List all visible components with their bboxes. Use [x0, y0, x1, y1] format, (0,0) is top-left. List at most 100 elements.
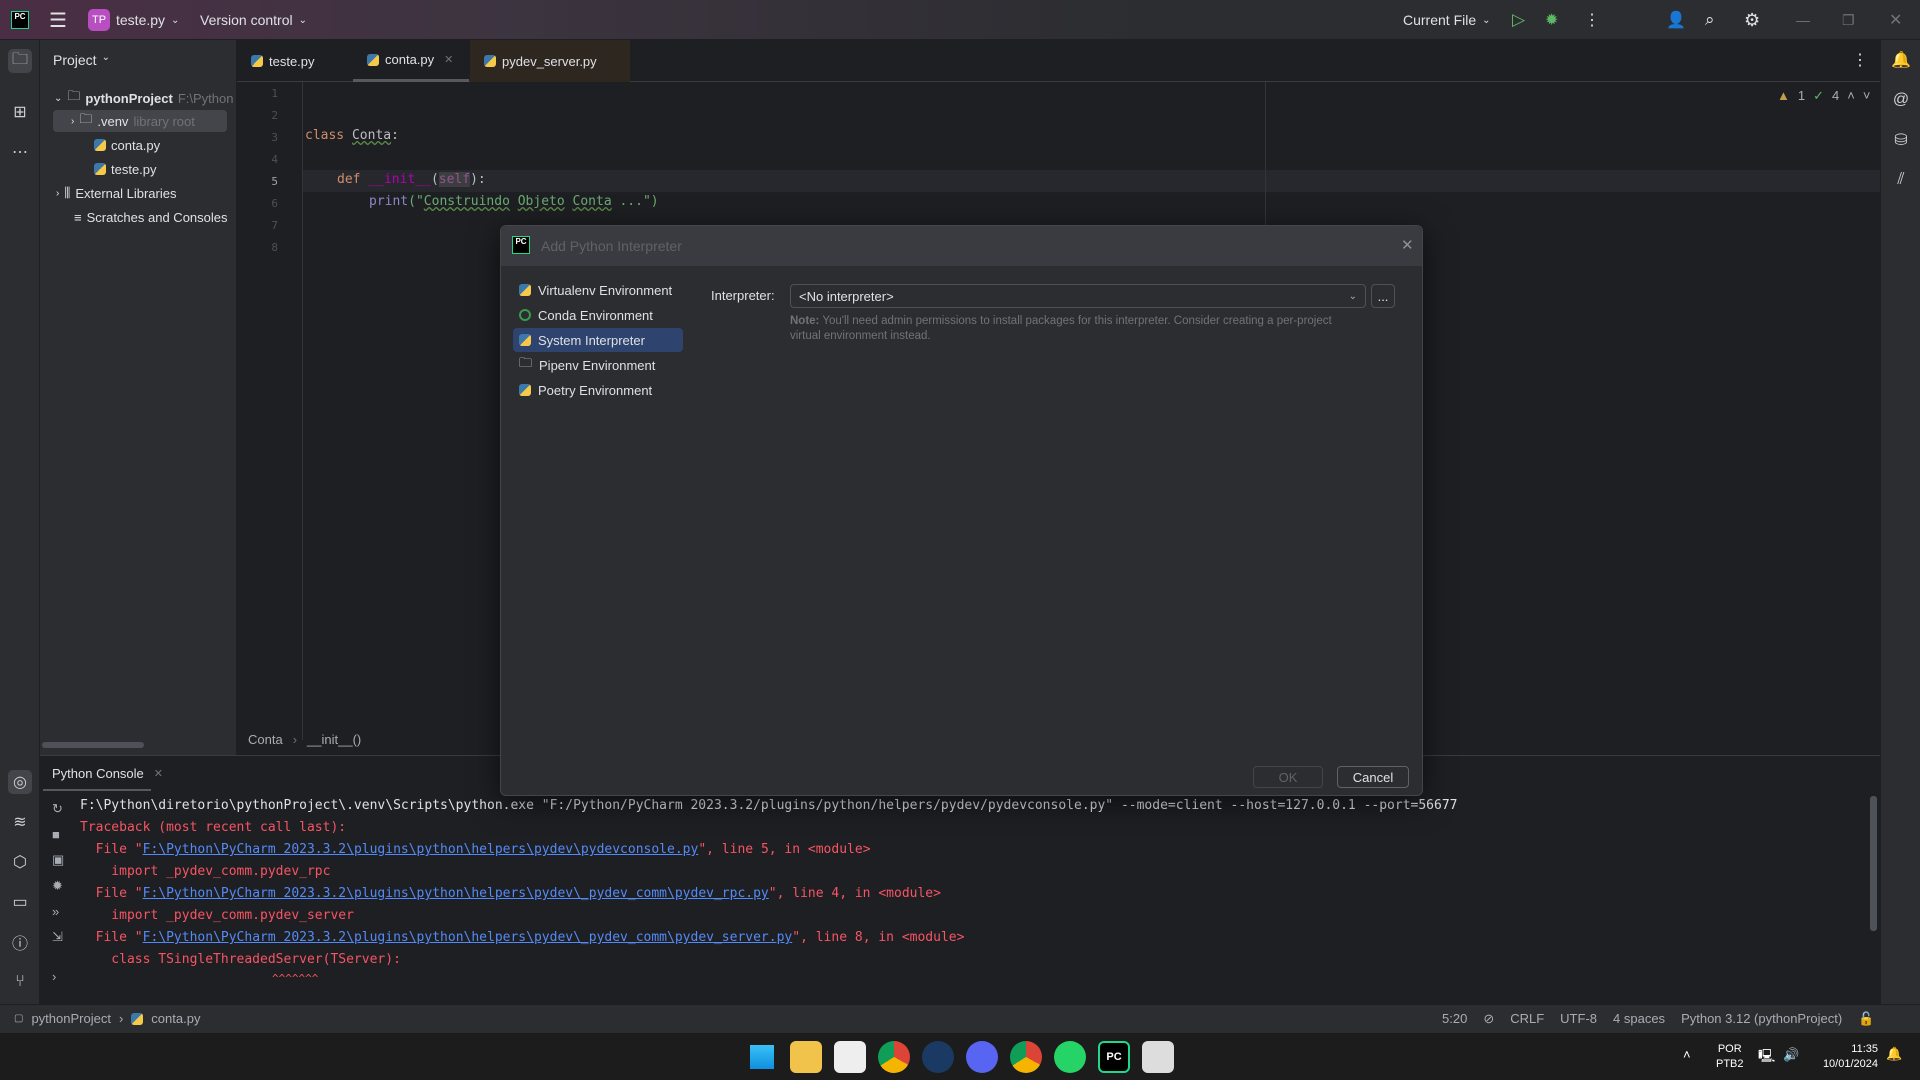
show-variables-icon[interactable]: ▣	[52, 852, 64, 868]
chevron-up-icon[interactable]: ˄	[1847, 88, 1855, 104]
interpreter-status[interactable]: Python 3.12 (pythonProject)	[1681, 1011, 1842, 1027]
folder-icon[interactable]: 🗀	[8, 49, 32, 73]
chevron-down-icon[interactable]: ˅	[1863, 88, 1871, 104]
minimize-icon[interactable]: —	[1796, 0, 1810, 40]
services-icon[interactable]: ⬡	[8, 850, 32, 874]
env-poetry[interactable]: Poetry Environment	[513, 378, 683, 402]
tab-pydev-server[interactable]: pydev_server.py	[470, 40, 630, 82]
settings-icon[interactable]: ⚙	[1744, 0, 1760, 40]
inspection-widget[interactable]: ▲ 1 ✓ 4 ˄ ˅	[1777, 88, 1870, 104]
database-icon[interactable]: ⛁	[1889, 128, 1913, 152]
browse-button[interactable]: ...	[1371, 284, 1395, 308]
more-tools-icon[interactable]: ⋯	[8, 140, 32, 164]
tree-item-venv[interactable]: › 🗀 .venv library root	[53, 110, 227, 132]
expand-icon[interactable]: ›	[52, 969, 64, 984]
input-language[interactable]: POR PTB2	[1716, 1042, 1744, 1072]
console-line: ^^^^^^^	[80, 972, 319, 985]
history-icon[interactable]: »	[52, 904, 64, 919]
close-tab-icon[interactable]: ✕	[154, 767, 163, 780]
layers-icon[interactable]: ≋	[8, 810, 32, 834]
steam-icon[interactable]	[922, 1041, 954, 1073]
tree-item-teste[interactable]: teste.py	[94, 158, 157, 180]
close-window-icon[interactable]: ✕	[1889, 0, 1902, 40]
env-label: Virtualenv Environment	[538, 282, 673, 298]
main-menu-icon[interactable]: ☰	[49, 0, 67, 40]
debug-console-icon[interactable]: ✹	[52, 878, 64, 894]
tab-teste[interactable]: teste.py	[237, 40, 329, 82]
file-link[interactable]: F:\Python\PyCharm 2023.3.2\plugins\pytho…	[143, 842, 699, 857]
discord-icon[interactable]	[966, 1041, 998, 1073]
snipping-tool-icon[interactable]	[1142, 1041, 1174, 1073]
whatsapp-icon[interactable]	[1054, 1041, 1086, 1073]
file-link[interactable]: F:\Python\PyCharm 2023.3.2\plugins\pytho…	[143, 886, 769, 901]
close-tab-icon[interactable]: ✕	[444, 53, 453, 66]
run-icon[interactable]: ▷	[1512, 0, 1525, 40]
tree-item-external-libraries[interactable]: › ⫼ External Libraries	[56, 182, 176, 204]
caret-position[interactable]: 5:20	[1442, 1011, 1467, 1027]
python-console-icon[interactable]: ◎	[8, 770, 32, 794]
rerun-icon[interactable]: ↻	[52, 801, 64, 817]
tree-item-pythonproject[interactable]: ⌄ 🗀 pythonProject F:\Python	[54, 87, 233, 109]
search-icon[interactable]: ⌕	[1705, 0, 1715, 40]
env-pipenv[interactable]: 🗀 Pipenv Environment	[513, 353, 683, 377]
env-virtualenv[interactable]: Virtualenv Environment	[513, 278, 683, 302]
version-control-menu[interactable]: Version control ⌄	[200, 0, 307, 40]
chrome-icon[interactable]	[878, 1041, 910, 1073]
indent[interactable]: 4 spaces	[1613, 1011, 1665, 1027]
ai-assistant-icon[interactable]: @	[1889, 88, 1913, 112]
encoding[interactable]: UTF-8	[1560, 1011, 1597, 1027]
interpreter-dropdown[interactable]: <No interpreter> ⌄	[790, 284, 1366, 308]
code-line-6[interactable]: print("Construindo Objeto Conta ...")	[369, 194, 659, 209]
code-line-3[interactable]: class Conta:	[305, 128, 399, 143]
cancel-button[interactable]: Cancel	[1337, 766, 1409, 788]
add-user-icon[interactable]: 👤	[1666, 0, 1686, 40]
pycharm-taskbar-icon[interactable]: PC	[1098, 1041, 1130, 1073]
git-icon[interactable]: ⑂	[8, 970, 32, 994]
clock[interactable]: 11:35 10/01/2024	[1812, 1042, 1878, 1072]
tray-chevron-icon[interactable]: ˄	[1683, 1047, 1691, 1062]
line-separator[interactable]: CRLF	[1510, 1011, 1544, 1027]
project-switcher[interactable]: TP teste.py ⌄	[88, 0, 179, 40]
problems-icon[interactable]: ⓘ	[8, 930, 32, 954]
status-file[interactable]: conta.py	[151, 1011, 200, 1026]
chrome-profile-icon[interactable]	[1010, 1041, 1042, 1073]
volume-icon[interactable]: 🔊	[1783, 1047, 1799, 1063]
notifications-icon[interactable]: 🔔	[1889, 48, 1913, 72]
console-scrollbar[interactable]	[1870, 796, 1877, 931]
close-dialog-icon[interactable]: ✕	[1401, 236, 1414, 254]
tab-conta[interactable]: conta.py ✕	[353, 40, 469, 82]
scientific-view-icon[interactable]: ⫽	[1889, 168, 1913, 192]
debug-icon[interactable]: ✹	[1545, 0, 1558, 40]
tab-options-icon[interactable]: ⋮	[1852, 50, 1868, 70]
ok-label: OK	[1278, 769, 1298, 785]
notification-bell-icon[interactable]: 🔔	[1886, 1046, 1902, 1062]
console-line: class TSingleThreadedServer(TServer):	[80, 952, 401, 967]
stop-icon[interactable]: ■	[52, 827, 64, 842]
no-inspections-icon[interactable]: ⊘	[1483, 1011, 1494, 1027]
more-icon[interactable]: ⋮	[1584, 0, 1600, 40]
run-config-selector[interactable]: Current File ⌄	[1403, 0, 1491, 40]
horizontal-scrollbar[interactable]	[42, 742, 144, 748]
breadcrumb-item[interactable]: __init__()	[307, 732, 361, 747]
network-icon[interactable]: 🖳	[1758, 1047, 1775, 1069]
code-line-5[interactable]: def __init__(self):	[337, 172, 486, 187]
start-icon[interactable]	[746, 1041, 778, 1073]
env-system-interpreter[interactable]: System Interpreter	[513, 328, 683, 352]
tree-label: conta.py	[111, 137, 161, 153]
ok-button[interactable]: OK	[1253, 766, 1323, 788]
restore-icon[interactable]: ❐	[1842, 0, 1855, 40]
lock-icon[interactable]: 🔓	[1858, 1011, 1874, 1027]
file-explorer-icon[interactable]	[790, 1041, 822, 1073]
tab-python-console[interactable]: Python Console ✕	[52, 766, 163, 781]
env-conda[interactable]: Conda Environment	[513, 303, 683, 327]
store-icon[interactable]	[834, 1041, 866, 1073]
tree-item-scratches[interactable]: ≡ Scratches and Consoles	[74, 206, 228, 228]
tree-item-conta[interactable]: conta.py	[94, 134, 160, 156]
project-panel-title[interactable]: Project ⌄	[53, 52, 110, 68]
file-link[interactable]: F:\Python\PyCharm 2023.3.2\plugins\pytho…	[143, 930, 793, 945]
status-project[interactable]: pythonProject	[31, 1011, 111, 1026]
structure-icon[interactable]: ⊞	[8, 100, 32, 124]
scroll-to-end-icon[interactable]: ⇲	[52, 929, 64, 945]
terminal-icon[interactable]: ▭	[8, 890, 32, 914]
breadcrumb-item[interactable]: Conta	[248, 732, 283, 747]
